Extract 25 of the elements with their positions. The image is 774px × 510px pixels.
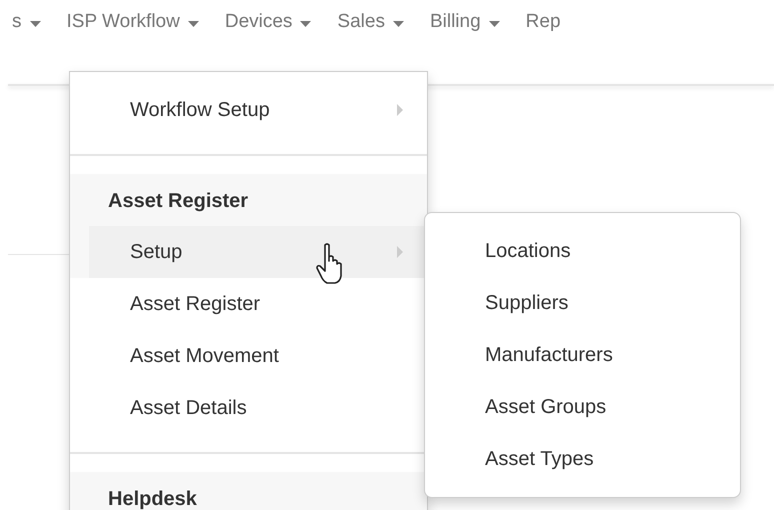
menu-item[interactable]: Asset Details	[89, 382, 427, 434]
menu-section-header: Helpdesk	[108, 487, 197, 510]
caret-icon	[300, 20, 312, 26]
nav-menu-link[interactable]: s	[12, 8, 40, 36]
caret-icon	[30, 20, 40, 26]
nav-menu-link[interactable]: Billing	[430, 8, 500, 36]
submenu-item[interactable]: Suppliers	[425, 277, 740, 329]
nav-menu-link[interactable]: Sales	[337, 8, 404, 36]
submenu-item[interactable]: Asset Groups	[425, 381, 740, 433]
menu-item[interactable]: Setup	[89, 226, 427, 278]
menu-item[interactable]: Asset Movement	[89, 330, 427, 382]
menu-item[interactable]: Asset Register	[89, 278, 427, 330]
submenu-item[interactable]: Asset Types	[425, 433, 740, 485]
submenu-item[interactable]: Manufacturers	[425, 329, 740, 381]
caret-icon	[488, 20, 500, 26]
submenu-item[interactable]: Locations	[425, 225, 740, 277]
chevron-right-icon	[397, 104, 403, 116]
caret-icon	[392, 20, 404, 26]
menu-section-header: Asset Register	[108, 189, 248, 214]
nav-menu-link[interactable]: Devices	[224, 8, 312, 36]
menu-item[interactable]: Workflow Setup	[89, 84, 427, 136]
chevron-right-icon	[397, 246, 403, 258]
caret-icon	[188, 20, 199, 26]
nav-menu-link[interactable]: ISP Workflow	[66, 8, 199, 36]
nav-menu-link[interactable]: Rep	[526, 8, 561, 36]
